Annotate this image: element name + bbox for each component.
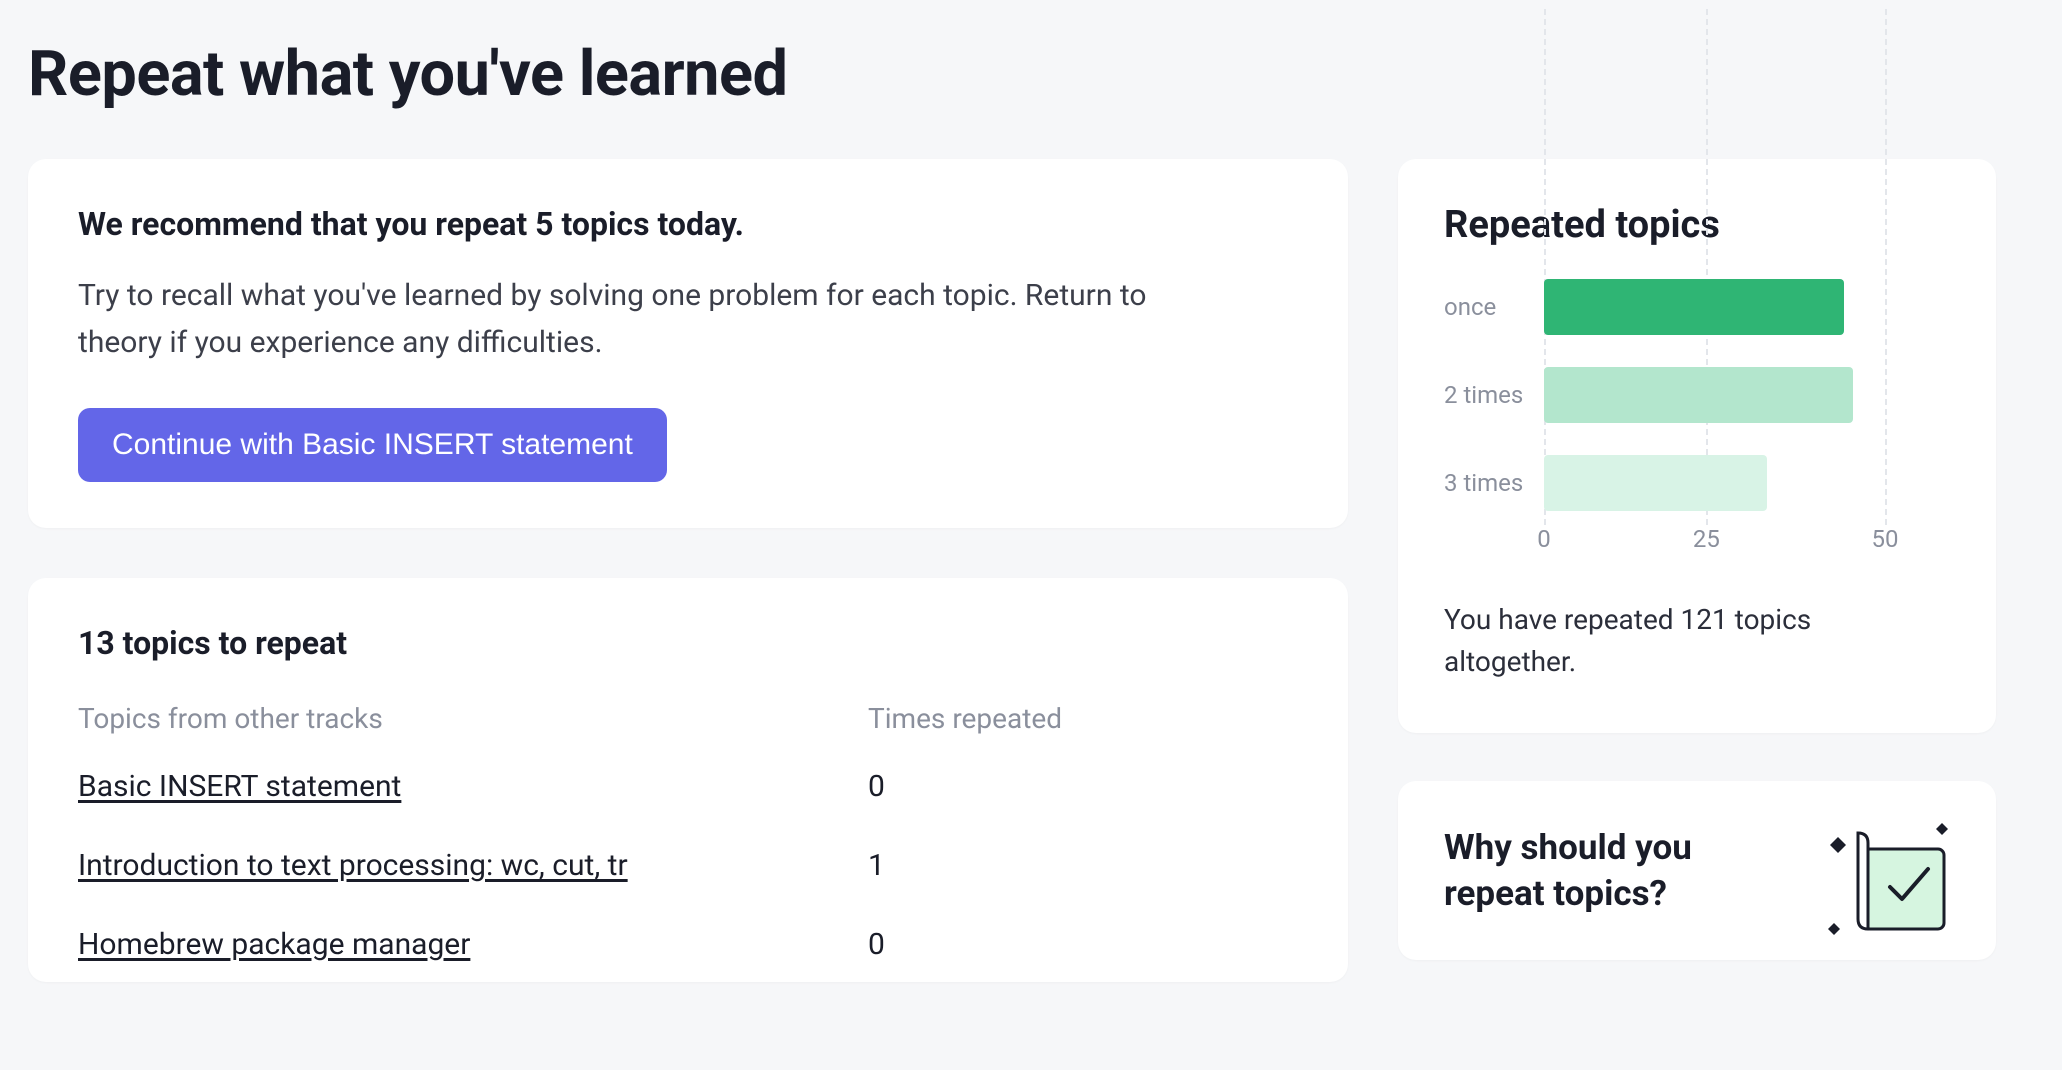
topic-link[interactable]: Basic INSERT statement	[78, 769, 401, 804]
topics-header-row: Topics from other tracks Times repeated	[78, 702, 1298, 735]
topic-link[interactable]: Introduction to text processing: wc, cut…	[78, 848, 628, 883]
why-repeat-card: Why should you repeat topics?	[1398, 781, 1996, 960]
chart-bar	[1544, 455, 1767, 511]
chart-row: once	[1444, 279, 1950, 335]
chart-row: 3 times	[1444, 455, 1950, 511]
book-check-icon	[1820, 819, 1950, 939]
page-title: Repeat what you've learned	[28, 38, 2034, 111]
topics-card: 13 topics to repeat Topics from other tr…	[28, 578, 1348, 982]
right-column: Repeated topics once 2 times 3 times	[1398, 159, 1996, 1008]
continue-button[interactable]: Continue with Basic INSERT statement	[78, 408, 667, 482]
recommend-description: Try to recall what you've learned by sol…	[78, 273, 1218, 366]
repeated-topics-title: Repeated topics	[1444, 203, 1950, 247]
recommend-card: We recommend that you repeat 5 topics to…	[28, 159, 1348, 528]
chart-bar-label: 3 times	[1444, 469, 1544, 497]
topics-table: Topics from other tracks Times repeated …	[78, 702, 1298, 962]
chart-bar-label: once	[1444, 293, 1544, 321]
repeated-chart: once 2 times 3 times 0 25 50	[1444, 279, 1950, 555]
chart-bar	[1544, 367, 1853, 423]
main-layout: We recommend that you repeat 5 topics to…	[28, 159, 2034, 1032]
chart-row: 2 times	[1444, 367, 1950, 423]
chart-bar	[1544, 279, 1844, 335]
column-header-times: Times repeated	[868, 702, 1298, 735]
topic-times: 0	[868, 927, 1298, 962]
topics-heading: 13 topics to repeat	[78, 624, 1298, 662]
topic-times: 0	[868, 769, 1298, 804]
topic-times: 1	[868, 848, 1298, 883]
repeated-topics-card: Repeated topics once 2 times 3 times	[1398, 159, 1996, 733]
axis-tick: 0	[1537, 525, 1551, 553]
axis-tick: 50	[1872, 525, 1899, 553]
table-row: Basic INSERT statement 0	[78, 769, 1298, 804]
repeated-summary: You have repeated 121 topics altogether.	[1444, 599, 1950, 683]
why-repeat-title: Why should you repeat topics?	[1444, 825, 1764, 916]
table-row: Homebrew package manager 0	[78, 927, 1298, 962]
column-header-topic: Topics from other tracks	[78, 702, 868, 735]
recommend-heading: We recommend that you repeat 5 topics to…	[78, 205, 1298, 243]
chart-bar-label: 2 times	[1444, 381, 1544, 409]
chart-x-axis: 0 25 50	[1544, 525, 1950, 555]
axis-tick: 25	[1693, 525, 1720, 553]
topic-link[interactable]: Homebrew package manager	[78, 927, 470, 962]
table-row: Introduction to text processing: wc, cut…	[78, 848, 1298, 883]
left-column: We recommend that you repeat 5 topics to…	[28, 159, 1348, 1032]
